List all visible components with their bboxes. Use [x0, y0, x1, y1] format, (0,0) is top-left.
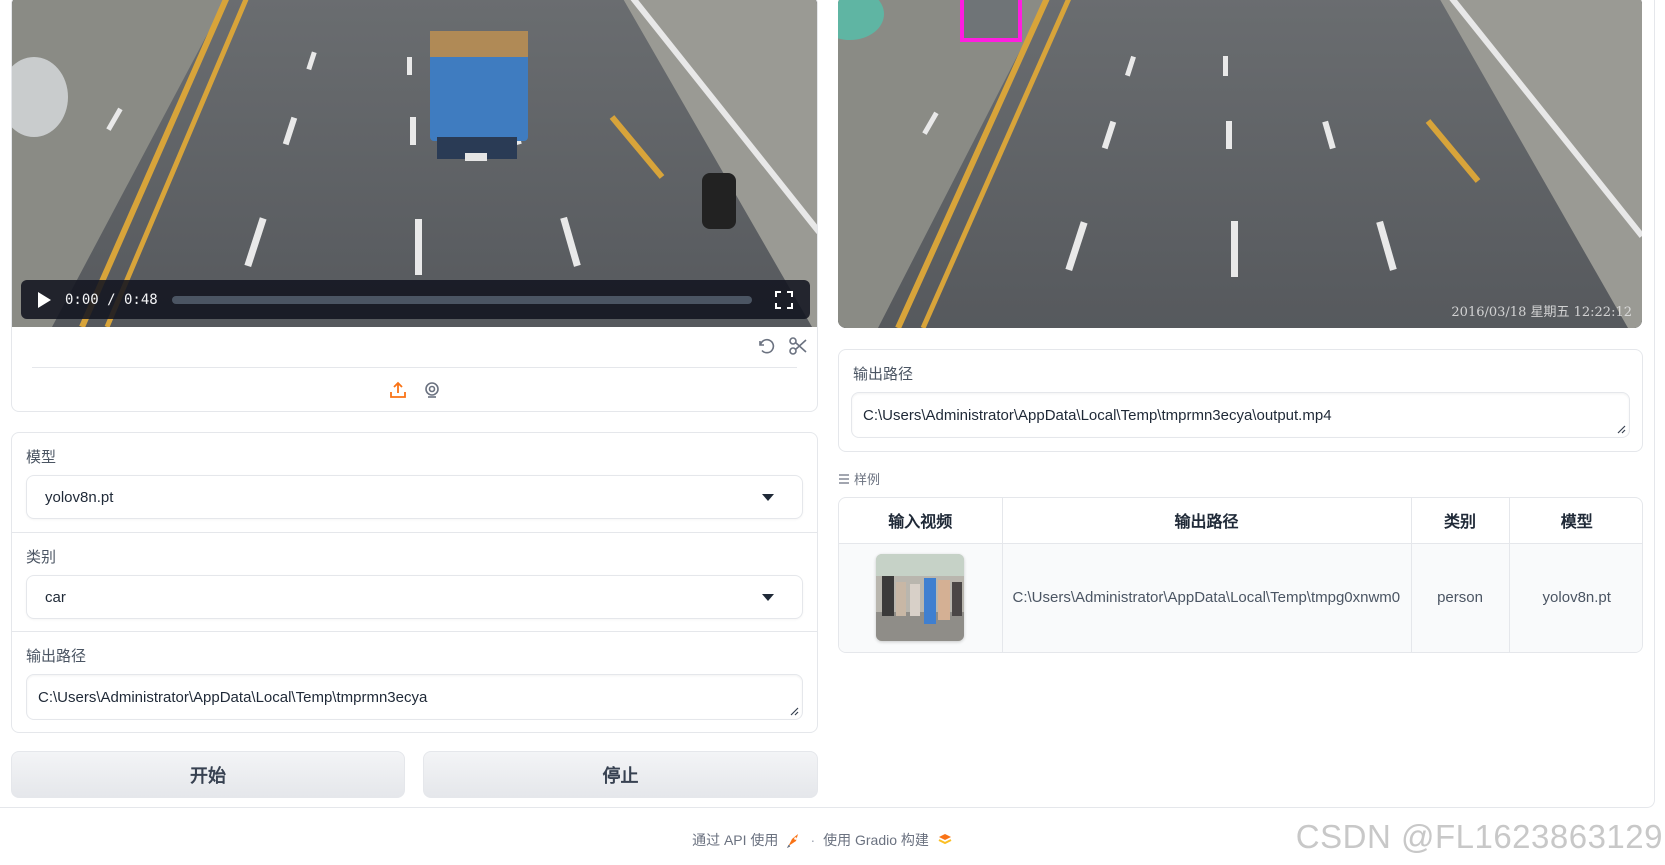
chevron-down-icon	[762, 594, 774, 601]
output-video-frame: 2016/03/18 星期五 12:22:12	[838, 0, 1642, 328]
watermark: CSDN @FL1623863129	[1295, 818, 1663, 855]
upload-icon[interactable]	[387, 379, 409, 401]
output-dir-row: 输出路径 C:\Users\Administrator\AppData\Loca…	[12, 631, 817, 732]
column-header: 输出路径	[1002, 498, 1412, 544]
column-header: 类别	[1411, 498, 1510, 544]
examples-table: 输入视频 输出路径 类别 模型 C:\Users\Administrator\A…	[838, 497, 1643, 653]
video-timestamp: 2016/03/18 星期五 12:22:12	[1451, 305, 1632, 320]
video-controls: 0:00 / 0:48	[21, 280, 810, 319]
model-value: yolov8n.pt	[45, 489, 114, 506]
category-label: 类别	[26, 549, 57, 566]
output-dir-value: C:\Users\Administrator\AppData\Local\Tem…	[38, 689, 428, 706]
output-video-panel[interactable]: 2016/03/18 星期五 12:22:12	[838, 0, 1642, 328]
example-model: yolov8n.pt	[1509, 543, 1642, 652]
examples-heading: 样例	[838, 469, 880, 488]
gradio-logo-icon	[938, 834, 952, 845]
video-edit-tools	[755, 335, 809, 357]
webcam-icon[interactable]	[421, 379, 443, 401]
video-time: 0:00 / 0:48	[65, 291, 158, 308]
scissors-icon[interactable]	[787, 335, 809, 357]
table-row[interactable]: C:\Users\Administrator\AppData\Local\Tem…	[839, 543, 1642, 652]
output-dir-field[interactable]: C:\Users\Administrator\AppData\Local\Tem…	[26, 674, 803, 720]
rocket-icon	[787, 834, 799, 848]
list-icon	[839, 473, 849, 484]
api-link[interactable]: 通过 API 使用	[692, 830, 778, 850]
column-header: 输入视频	[839, 498, 1003, 544]
divider	[32, 367, 797, 368]
resize-handle-icon[interactable]	[789, 706, 799, 716]
category-dropdown[interactable]: car	[26, 575, 803, 619]
model-row: 模型 yolov8n.pt	[12, 433, 817, 532]
output-dir-label: 输出路径	[26, 648, 87, 665]
chevron-down-icon	[762, 494, 774, 501]
built-with-link[interactable]: 使用 Gradio 构建	[823, 830, 929, 850]
examples-label: 样例	[854, 472, 881, 487]
model-label: 模型	[26, 449, 57, 466]
table-header-row: 输入视频 输出路径 类别 模型	[839, 498, 1642, 544]
category-row: 类别 car	[12, 532, 817, 631]
stop-button[interactable]: 停止	[423, 751, 818, 798]
column-header: 模型	[1509, 498, 1642, 544]
output-path-value: C:\Users\Administrator\AppData\Local\Tem…	[863, 407, 1332, 424]
model-dropdown[interactable]: yolov8n.pt	[26, 475, 803, 519]
settings-form: 模型 yolov8n.pt 类别 car 输出路径 C:\Users\Admin…	[11, 432, 818, 733]
play-icon[interactable]	[27, 280, 61, 319]
start-button[interactable]: 开始	[11, 751, 405, 798]
output-path-label: 输出路径	[853, 366, 914, 383]
example-thumbnail-cell[interactable]	[839, 543, 1003, 652]
footer-separator: ·	[810, 832, 816, 848]
source-selector	[12, 379, 817, 401]
example-video-thumbnail[interactable]	[876, 554, 965, 642]
input-video-frame[interactable]	[12, 0, 817, 327]
category-value: car	[45, 589, 66, 606]
resize-handle-icon[interactable]	[1616, 424, 1626, 434]
input-video-panel: 0:00 / 0:48	[11, 0, 818, 412]
fullscreen-icon[interactable]	[770, 286, 798, 314]
video-progress-bar[interactable]	[171, 295, 752, 304]
example-output-path: C:\Users\Administrator\AppData\Local\Tem…	[1002, 543, 1412, 652]
undo-icon[interactable]	[755, 335, 777, 357]
example-category: person	[1411, 543, 1510, 652]
output-path-panel: 输出路径 C:\Users\Administrator\AppData\Loca…	[838, 349, 1643, 452]
output-path-field[interactable]: C:\Users\Administrator\AppData\Local\Tem…	[851, 392, 1630, 438]
